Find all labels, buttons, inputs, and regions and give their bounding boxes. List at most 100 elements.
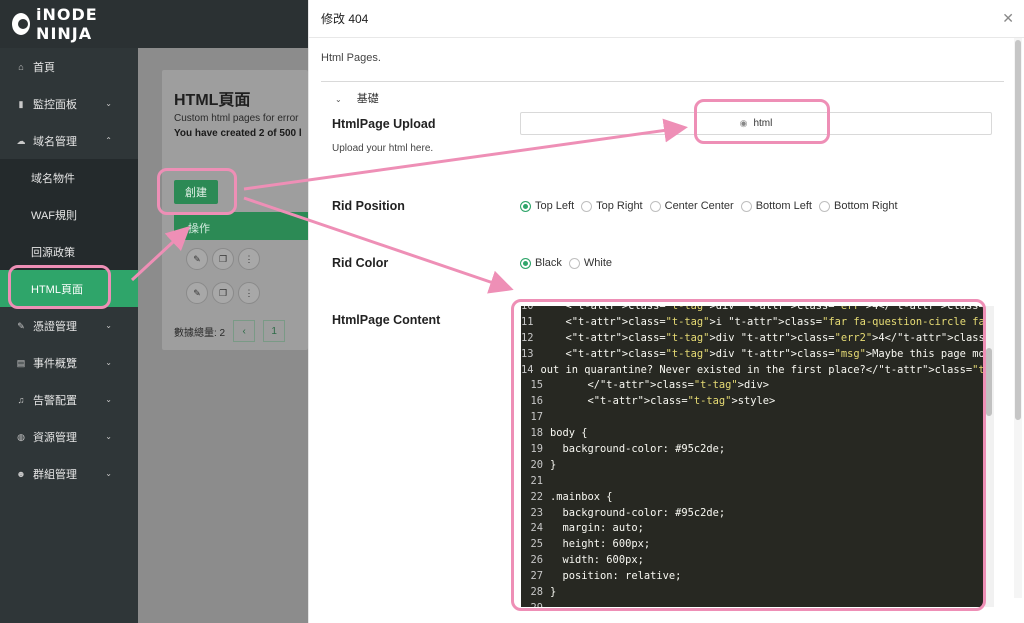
code-line: 20} (521, 458, 983, 474)
code-line: 19 background-color: #95c2de; (521, 442, 983, 458)
code-text: } (550, 586, 557, 599)
radio-bottom-left[interactable]: Bottom Left (740, 200, 812, 212)
sidebar-item-label: 域名物件 (31, 172, 75, 185)
line-number: 11 (521, 315, 534, 328)
code-line: 25 height: 600px; (521, 537, 983, 553)
upload-label: HtmlPage Upload (332, 117, 436, 131)
code-text: margin: auto; (550, 522, 644, 535)
section-basic[interactable]: ⌄ 基礎 (335, 90, 379, 106)
prev-page-button[interactable]: ‹ (233, 320, 256, 342)
line-number: 15 (530, 379, 543, 392)
chevron-down-icon: ⌄ (335, 95, 342, 104)
sidebar-item-home[interactable]: ⌂ 首頁 (0, 48, 138, 85)
line-number: 29 (521, 601, 543, 607)
line-number: 24 (530, 522, 543, 535)
radio-label: Top Right (596, 200, 643, 212)
brand[interactable]: iNODE NINJA (0, 0, 138, 48)
radio-top-left[interactable]: Top Left (520, 200, 574, 212)
radio-label: Bottom Left (755, 200, 812, 212)
radio-center-center[interactable]: Center Center (649, 200, 734, 212)
sidebar-item-label: 監控面板 (33, 98, 77, 111)
radio-top-right[interactable]: Top Right (581, 200, 643, 212)
section-title: 基礎 (356, 93, 379, 105)
chevron-down-icon: ⌄ (105, 432, 112, 441)
code-line: 10 <"t-attr">class="t-tag">div "t-attr">… (521, 306, 983, 315)
line-number: 23 (530, 506, 543, 519)
code-text: background-color: #95c2de; (550, 506, 726, 519)
radio-label: Center Center (664, 200, 734, 212)
radio-dot (649, 200, 661, 212)
sidebar-item-alerts[interactable]: ♫ 告警配置 ⌄ (0, 381, 138, 418)
pagination: 數據總量: 2 ‹ 1 (174, 320, 286, 342)
code-text: <"t-attr">class="t-tag">style> (550, 395, 776, 408)
copy-icon[interactable]: ❐ (212, 282, 234, 304)
drawer-title: 修改 404 (309, 0, 1024, 38)
code-text: <"t-attr">class="t-tag">i "t-attr">class… (540, 315, 983, 328)
sidebar-item-dashboard[interactable]: ▮ 監控面板 ⌄ (0, 85, 138, 122)
radio-black[interactable]: Black (520, 257, 562, 269)
code-text: out in quarantine? Never existed in the … (540, 363, 983, 376)
sidebar-item-label: 告警配置 (33, 394, 77, 407)
chevron-down-icon: ⌄ (105, 99, 112, 108)
sidebar-item-domain[interactable]: ☁ 域名管理 ⌃ (0, 122, 138, 159)
event-icon: ▤ (16, 357, 26, 368)
radio-dot (581, 200, 593, 212)
code-line: 28} (521, 585, 983, 601)
sidebar-item-resources[interactable]: ◍ 資源管理 ⌄ (0, 418, 138, 455)
radio-label: White (583, 257, 613, 269)
close-icon[interactable]: ✕ (1002, 10, 1014, 27)
more-icon[interactable]: ⋮ (238, 282, 260, 304)
sidebar-item-label: 回源政策 (31, 246, 75, 259)
upload-button-label: html (753, 118, 773, 129)
code-line: 13 <"t-attr">class="t-tag">div "t-attr">… (521, 347, 983, 363)
rid-position-label: Rid Position (332, 199, 405, 213)
sidebar-item-label: 域名管理 (33, 135, 77, 148)
rid-position-radio-group: Top Left Top Right Center Center Bottom … (520, 200, 905, 212)
sidebar-subitem-waf[interactable]: WAF規則 (0, 196, 138, 233)
sidebar-subitem-domain-objects[interactable]: 域名物件 (0, 159, 138, 196)
radio-white[interactable]: White (568, 257, 613, 269)
sidebar-subitem-html-pages[interactable]: HTML頁面 (0, 270, 138, 307)
drawer-subtitle: Html Pages. (321, 52, 381, 64)
chevron-up-icon: ⌃ (105, 136, 112, 145)
sidebar-menu: ⌂ 首頁 ▮ 監控面板 ⌄ ☁ 域名管理 ⌃ 域名物件 WAF規則 回源政策 H… (0, 48, 138, 492)
edit-icon[interactable]: ✎ (186, 248, 208, 270)
sidebar-subitem-origin[interactable]: 回源政策 (0, 233, 138, 270)
chart-icon: ▮ (18, 98, 24, 109)
html-upload-button[interactable]: ◉ html (520, 112, 992, 135)
sidebar-item-groups[interactable]: ☻ 群組管理 ⌄ (0, 455, 138, 492)
table-row: ✎ ❐ ⋮ (186, 248, 260, 270)
sidebar-item-certificates[interactable]: ✎ 憑證管理 ⌄ (0, 307, 138, 344)
line-number: 27 (530, 570, 543, 583)
chevron-down-icon: ⌄ (105, 395, 112, 404)
sidebar-item-label: 憑證管理 (33, 320, 77, 333)
sidebar-item-events[interactable]: ▤ 事件概覽 ⌄ (0, 344, 138, 381)
code-text: <"t-attr">class="t-tag">div "t-attr">cla… (540, 331, 983, 344)
line-number: 21 (530, 474, 543, 487)
edit-icon[interactable]: ✎ (186, 282, 208, 304)
brand-name: iNODE NINJA (36, 5, 98, 43)
create-button[interactable]: 創建 (174, 180, 218, 204)
drawer-scroll-thumb[interactable] (1015, 40, 1021, 420)
radio-dot (568, 257, 580, 269)
code-text: height: 600px; (550, 538, 651, 551)
code-text: <"t-attr">class="t-tag">div "t-attr">cla… (540, 306, 983, 312)
more-icon[interactable]: ⋮ (238, 248, 260, 270)
page-number-button[interactable]: 1 (263, 320, 286, 342)
code-text: <"t-attr">class="t-tag">div "t-attr">cla… (540, 347, 983, 360)
brand-logo-icon (12, 13, 31, 35)
code-text: width: 600px; (550, 554, 644, 567)
code-line: 27 position: relative; (521, 569, 983, 585)
copy-icon[interactable]: ❐ (212, 248, 234, 270)
code-editor[interactable]: 10 <"t-attr">class="t-tag">div "t-attr">… (521, 306, 983, 607)
radio-label: Top Left (535, 200, 575, 212)
radio-bottom-right[interactable]: Bottom Right (818, 200, 898, 212)
editor-scroll-thumb[interactable] (986, 348, 992, 416)
page-title: HTML頁面 (174, 92, 251, 109)
chevron-down-icon: ⌄ (105, 358, 112, 367)
eye-icon: ◉ (739, 118, 748, 128)
bell-icon: ♫ (17, 394, 25, 405)
page-quota: You have created 2 of 500 l (174, 128, 302, 139)
code-text: position: relative; (550, 570, 682, 583)
line-number: 18 (530, 427, 543, 440)
